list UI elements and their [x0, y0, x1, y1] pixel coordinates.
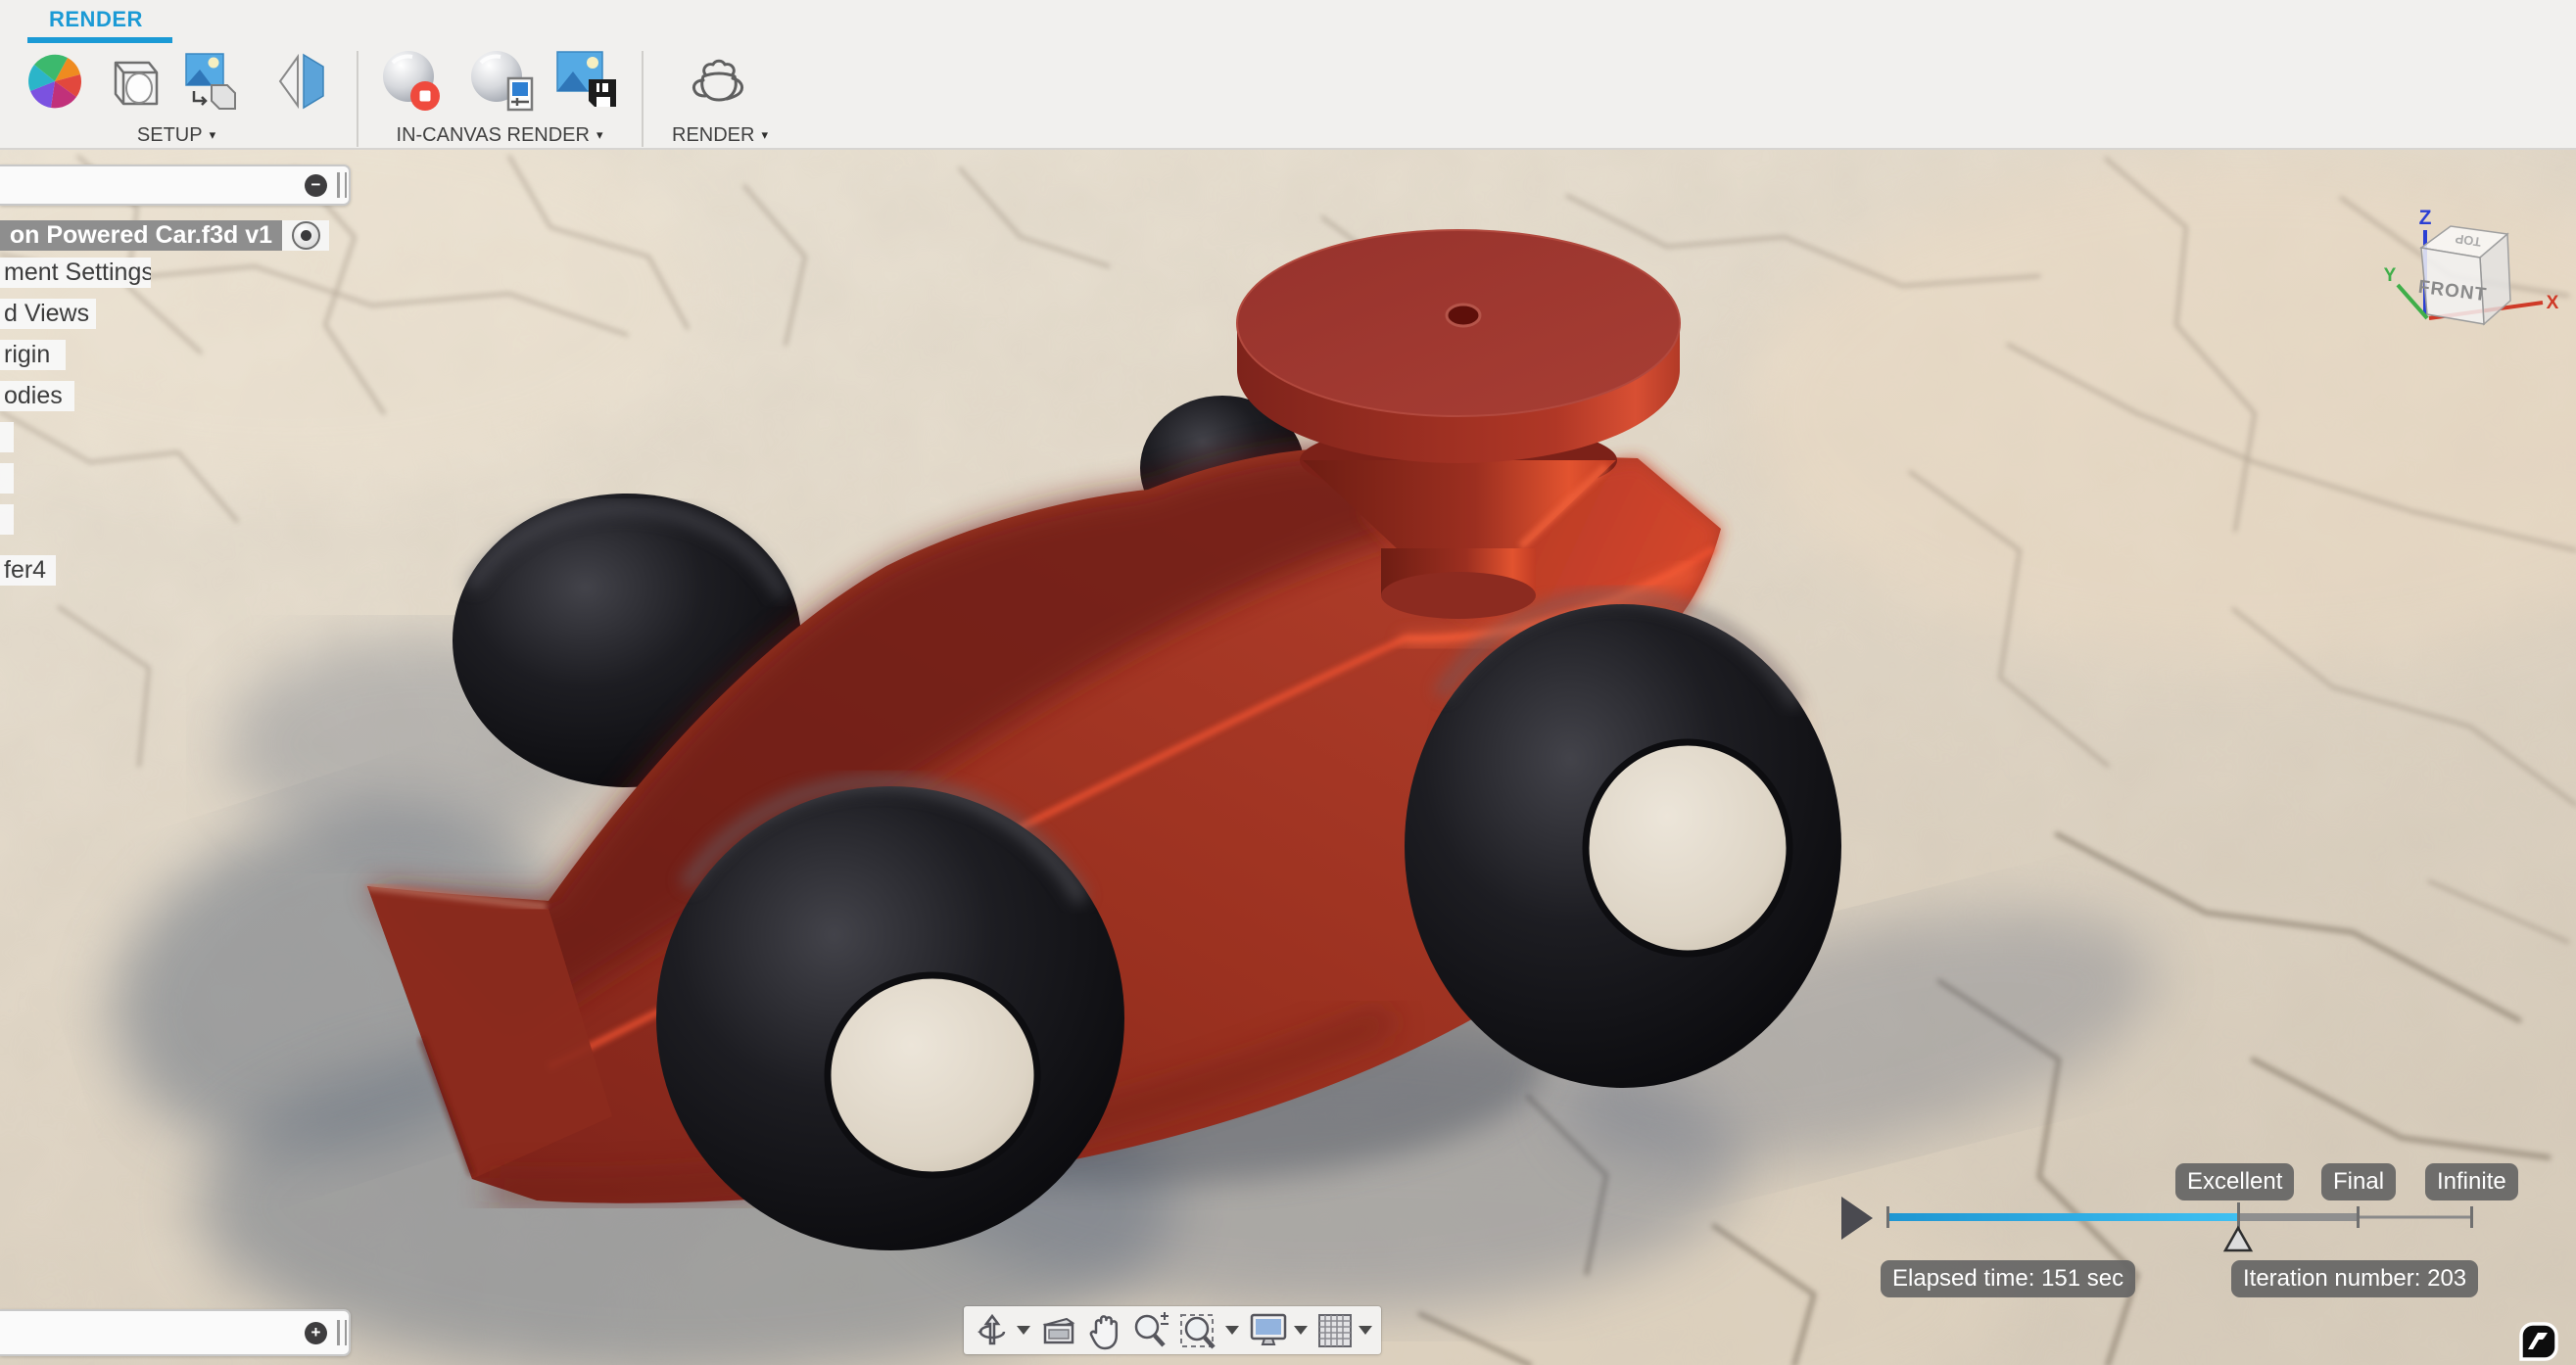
tab-render-underline: [27, 37, 172, 43]
render-progress-slider[interactable]: [1837, 1195, 2484, 1257]
quality-slider-handle[interactable]: [2225, 1228, 2251, 1250]
grid-icon[interactable]: [1316, 1312, 1372, 1349]
browser-panel-header[interactable]: −: [0, 165, 351, 206]
quality-label-excellent[interactable]: Excellent: [2175, 1163, 2294, 1200]
browser-collapse-button[interactable]: −: [305, 174, 327, 197]
chevron-down-icon: ▾: [596, 127, 603, 143]
progress-bar-tail: [2358, 1216, 2473, 1219]
progress-bar-filled: [1887, 1213, 2238, 1221]
z-axis-label: Z: [2419, 207, 2432, 229]
timeline-panel-header[interactable]: +: [0, 1309, 351, 1356]
render-teapot-icon[interactable]: [686, 51, 750, 112]
timeline-resize-grip[interactable]: [337, 1320, 347, 1345]
tab-render[interactable]: RENDER: [49, 7, 143, 32]
in-canvas-render-icon[interactable]: [378, 51, 447, 112]
browser-item-bodies[interactable]: odies: [0, 381, 74, 411]
window-zoom-icon[interactable]: [1179, 1311, 1239, 1350]
document-name: on Powered Car.f3d v1: [0, 220, 282, 251]
browser-item-document[interactable]: on Powered Car.f3d v1: [0, 220, 329, 251]
display-settings-caret[interactable]: [1294, 1326, 1308, 1335]
zoom-icon[interactable]: [1131, 1311, 1170, 1350]
navigation-toolbar: [964, 1306, 1381, 1354]
browser-item[interactable]: [0, 504, 14, 535]
autodesk-icon: [2521, 1324, 2556, 1359]
browser-item[interactable]: [0, 422, 14, 452]
in-canvas-render-dropdown[interactable]: IN-CANVAS RENDER ▾: [382, 124, 617, 146]
play-icon[interactable]: [1841, 1197, 1873, 1240]
in-canvas-render-label: IN-CANVAS RENDER: [397, 124, 590, 147]
orbit-icon[interactable]: [973, 1310, 1030, 1351]
quality-label-infinite[interactable]: Infinite: [2425, 1163, 2518, 1200]
window-zoom-caret[interactable]: [1225, 1326, 1239, 1335]
pan-icon[interactable]: [1087, 1311, 1122, 1350]
hubcap-front: [828, 975, 1037, 1175]
look-at-icon[interactable]: [1039, 1311, 1078, 1350]
browser-item-named-views[interactable]: d Views: [0, 299, 96, 329]
setup-label: SETUP: [137, 124, 203, 147]
iteration-number-readout: Iteration number: 203: [2231, 1260, 2478, 1297]
appearance-icon[interactable]: [25, 51, 84, 112]
orbit-caret[interactable]: [1017, 1326, 1030, 1335]
autodesk-logo-badge[interactable]: [2515, 1318, 2562, 1365]
grid-caret[interactable]: [1359, 1326, 1372, 1335]
hubcap-rear: [1586, 742, 1789, 954]
in-canvas-render-settings-icon[interactable]: [468, 51, 537, 112]
document-active-radio[interactable]: [292, 221, 320, 250]
capture-image-icon[interactable]: [553, 51, 622, 112]
chevron-down-icon: ▾: [210, 127, 216, 143]
y-axis-label: Y: [2384, 265, 2397, 286]
render-dropdown[interactable]: RENDER ▾: [656, 124, 784, 146]
display-settings-icon[interactable]: [1248, 1311, 1308, 1350]
document-activate-chip[interactable]: [282, 220, 329, 251]
quality-label-final[interactable]: Final: [2321, 1163, 2396, 1200]
texture-map-controls-icon[interactable]: [272, 51, 331, 112]
setup-dropdown[interactable]: SETUP ▾: [98, 124, 255, 146]
ribbon-divider: [357, 51, 358, 147]
browser-item[interactable]: [0, 463, 14, 494]
browser-item-origin[interactable]: rigin: [0, 340, 66, 370]
browser-resize-grip[interactable]: [337, 172, 347, 198]
ribbon-divider: [642, 51, 644, 147]
progress-bar-remaining: [2238, 1213, 2358, 1221]
elapsed-time-readout: Elapsed time: 151 sec: [1881, 1260, 2135, 1297]
browser-item-document-settings[interactable]: ment Settings: [0, 258, 151, 288]
scene-settings-icon[interactable]: [100, 51, 165, 112]
chevron-down-icon: ▾: [761, 127, 768, 143]
fusion360-render-workspace: { "ribbon": { "active_tab": "RENDER", "a…: [0, 0, 2576, 1365]
timeline-expand-button[interactable]: +: [305, 1322, 327, 1344]
ribbon-toolbar: RENDER: [0, 0, 2576, 150]
x-axis-label: X: [2547, 293, 2559, 313]
render-label: RENDER: [672, 124, 754, 147]
viewcube[interactable]: FRONT TOP Z X Y: [2370, 201, 2566, 367]
render-viewport[interactable]: [0, 0, 2576, 1365]
browser-item-body[interactable]: fer4: [0, 555, 56, 586]
decal-icon[interactable]: [174, 51, 253, 112]
